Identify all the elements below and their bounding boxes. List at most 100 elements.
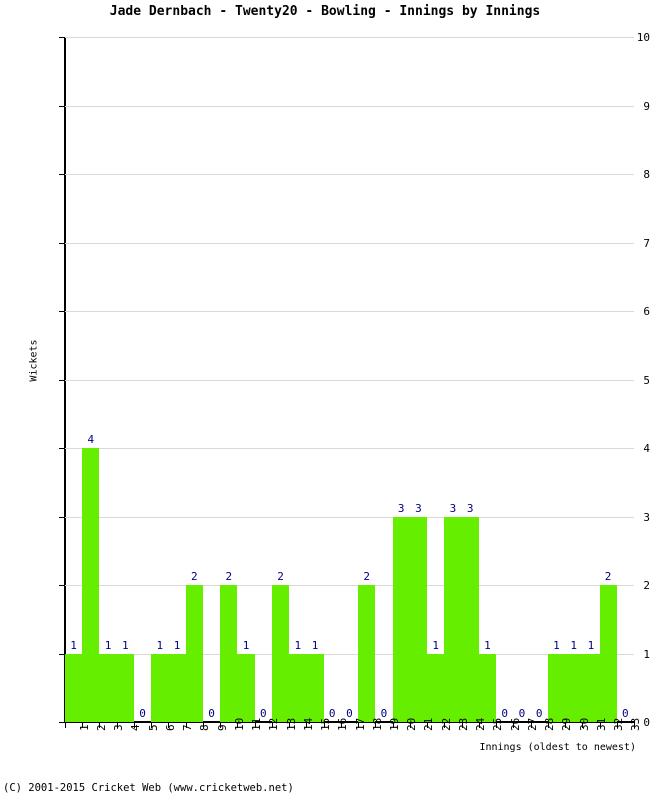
x-tick-label: 17	[353, 717, 367, 731]
bar[interactable]	[547, 653, 566, 722]
bar[interactable]	[392, 516, 410, 722]
bar[interactable]	[65, 653, 83, 722]
bar[interactable]	[151, 653, 169, 722]
x-tick-label: 21	[422, 717, 436, 731]
gridline	[65, 311, 634, 312]
chart-title: Jade Dernbach - Twenty20 - Bowling - Inn…	[109, 4, 541, 19]
y-tick-mark	[59, 174, 65, 175]
x-tick-label: 23	[456, 717, 470, 731]
bar-value-label: 1	[570, 638, 577, 652]
x-tick-label: 16	[336, 717, 350, 731]
bar[interactable]	[237, 653, 255, 722]
x-tick-label: 5	[146, 724, 160, 731]
y-tick-label: 4	[643, 442, 650, 455]
bar[interactable]	[478, 653, 497, 722]
bar[interactable]	[582, 653, 600, 722]
y-tick-label: 9	[643, 99, 650, 113]
x-tick-label: 28	[543, 717, 557, 731]
gridline	[65, 174, 634, 175]
y-tick-mark	[59, 585, 65, 586]
y-tick-label: 1	[643, 647, 650, 661]
x-tick-label: 3	[112, 724, 126, 731]
y-tick-mark	[59, 242, 65, 244]
bar-value-label: 1	[294, 638, 302, 652]
bar-value-label: 2	[277, 570, 284, 583]
footer-copyright: (C) 2001-2015 Cricket Web (www.cricketwe…	[3, 782, 294, 794]
x-tick-label: 1	[77, 724, 91, 731]
x-tick-label: 4	[129, 724, 143, 731]
bar-value-label: 2	[190, 570, 198, 583]
x-tick-label: 8	[198, 724, 212, 731]
y-tick-label: 5	[643, 373, 650, 387]
bar-value-label: 3	[466, 501, 474, 515]
bar[interactable]	[99, 653, 117, 722]
y-tick-mark	[59, 311, 65, 312]
x-tick-label: 26	[508, 717, 522, 731]
bar[interactable]	[565, 653, 583, 722]
bar[interactable]	[358, 585, 376, 722]
x-tick-label: 15	[319, 717, 332, 731]
x-tick-label: 2	[94, 724, 108, 731]
y-tick-mark	[59, 379, 65, 381]
gridline	[65, 516, 634, 518]
x-tick-label: 12	[267, 717, 281, 731]
y-tick-mark	[59, 653, 65, 655]
bar-value-label: 1	[553, 638, 560, 652]
x-tick-label: 24	[474, 717, 488, 731]
bar[interactable]	[185, 585, 203, 722]
x-tick-mark	[65, 723, 66, 728]
x-tick-label: 7	[181, 724, 195, 731]
bar[interactable]	[461, 516, 479, 722]
bar[interactable]	[444, 516, 462, 722]
x-tick-label: 20	[405, 717, 419, 731]
gridline	[65, 448, 634, 449]
bar-value-label: 1	[587, 638, 595, 652]
gridline	[65, 585, 634, 586]
bar-value-label: 1	[104, 638, 112, 652]
x-tick-label: 27	[525, 717, 539, 731]
y-tick-label: 2	[643, 579, 650, 592]
bar-value-label: 3	[397, 501, 405, 515]
y-axis-title: Wickets	[28, 339, 40, 382]
y-tick-mark	[59, 105, 65, 107]
bar-value-label: 1	[70, 638, 77, 652]
gridline	[65, 242, 634, 244]
bar[interactable]	[409, 516, 428, 722]
x-tick-label: 13	[284, 717, 298, 731]
bar-value-label: 1	[432, 638, 439, 652]
bar[interactable]	[306, 653, 324, 722]
gridline	[65, 37, 634, 38]
bar-value-label: 1	[156, 638, 164, 652]
bar-value-label: 3	[415, 501, 422, 515]
y-tick-label: 6	[643, 305, 650, 318]
bar-value-label: 3	[449, 501, 457, 515]
x-tick-label: 10	[232, 717, 246, 731]
bar-value-label: 4	[87, 433, 95, 446]
x-tick-label: 9	[215, 724, 229, 731]
bar[interactable]	[427, 653, 445, 722]
bar[interactable]	[220, 585, 238, 722]
bar[interactable]	[289, 653, 307, 722]
x-tick-label: 33	[629, 717, 643, 731]
y-tick-mark	[59, 448, 65, 449]
bar-value-label: 1	[122, 638, 129, 652]
x-tick-label: 19	[387, 717, 401, 731]
bar[interactable]	[116, 653, 134, 722]
y-tick-mark	[59, 37, 65, 38]
bar[interactable]	[271, 585, 290, 722]
y-tick-label: 8	[643, 168, 650, 181]
x-tick-label: 32	[612, 717, 626, 731]
plot-area: 141101120210211002033133100011120	[65, 37, 634, 722]
x-tick-label: 29	[560, 717, 574, 731]
x-tick-label: 11	[250, 717, 264, 731]
y-tick-label: 7	[643, 236, 650, 250]
x-tick-label: 25	[491, 717, 505, 731]
bar-value-label: 0	[208, 707, 215, 720]
bar-value-label: 1	[173, 638, 181, 652]
x-tick-label: 30	[577, 717, 591, 731]
bar-value-label: 1	[311, 638, 319, 652]
gridline	[65, 379, 634, 381]
bar[interactable]	[168, 653, 186, 722]
bar[interactable]	[82, 448, 100, 722]
y-tick-label: 3	[643, 510, 650, 524]
